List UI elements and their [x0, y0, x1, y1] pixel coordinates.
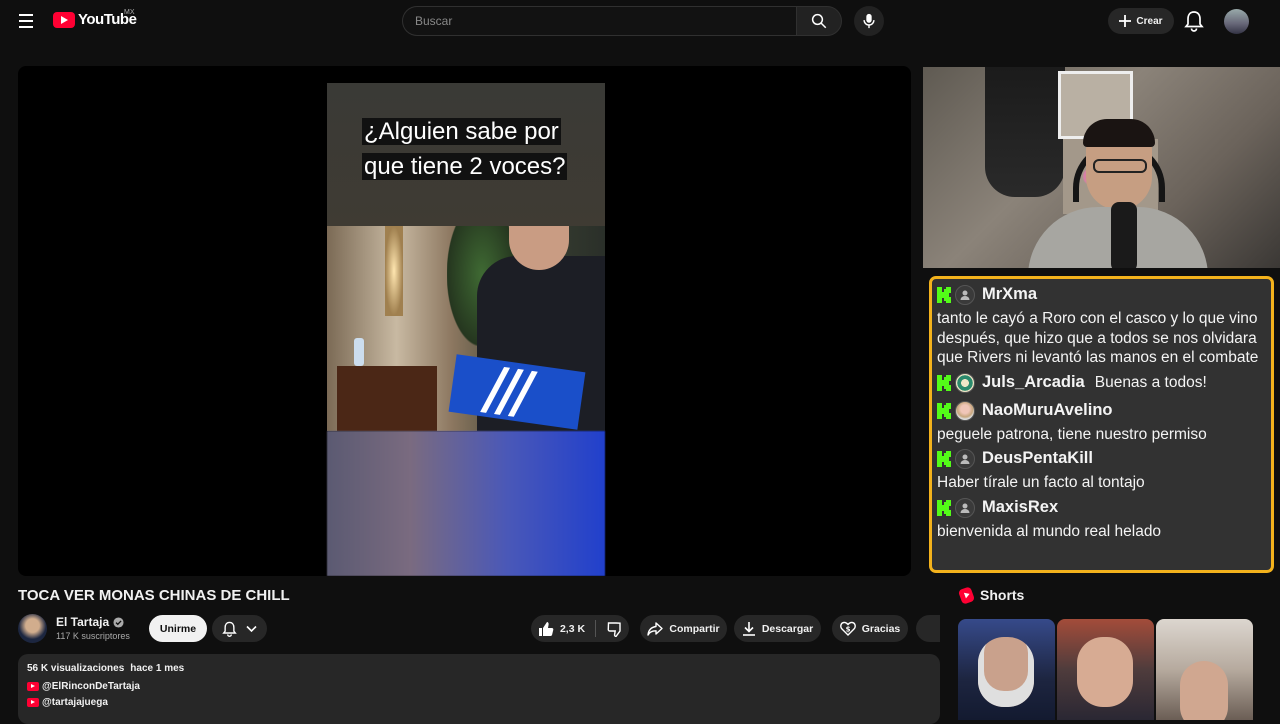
country-code: MX — [124, 9, 135, 16]
microphone-icon — [863, 13, 875, 29]
webcam-overlay — [923, 67, 1280, 268]
download-label: Descargar — [761, 622, 814, 635]
kick-logo-icon — [937, 402, 951, 419]
menu-icon[interactable] — [14, 9, 38, 33]
divider — [595, 620, 597, 637]
voice-search-button[interactable] — [854, 6, 884, 36]
search-button[interactable] — [796, 6, 842, 36]
bell-icon — [222, 621, 237, 637]
chat-text: bienvenida al mundo real helado — [937, 522, 1162, 540]
video-caption: ¿Alguien sabe por que tiene 2 voces? — [362, 114, 582, 184]
user-avatar-icon — [955, 372, 975, 393]
search-icon — [811, 13, 827, 29]
heart-dollar-icon: $ — [839, 621, 856, 636]
video-player[interactable]: ¿Alguien sabe por que tiene 2 voces? — [18, 66, 911, 576]
kick-logo-icon — [937, 499, 951, 516]
chat-overlay: MrXma tanto le cayó a Roro con el casco … — [929, 276, 1274, 573]
share-icon — [647, 621, 664, 636]
like-count[interactable]: 2,3 K — [560, 623, 585, 635]
chat-text: peguele patrona, tiene nuestro permiso — [937, 425, 1207, 443]
view-count: 56 K visualizaciones — [27, 663, 125, 674]
kick-logo-icon — [937, 374, 951, 391]
video-frame: ¿Alguien sabe por que tiene 2 voces? — [327, 83, 605, 576]
user-avatar[interactable] — [1224, 9, 1249, 34]
shorts-icon — [957, 585, 976, 605]
chat-username: MaxisRex — [982, 497, 1059, 516]
channel-name[interactable]: El Tartaja — [56, 615, 109, 629]
user-default-icon — [955, 497, 975, 518]
chat-message: MaxisRex bienvenida al mundo real helado — [937, 494, 1267, 542]
description-meta: 56 K visualizaciones hace 1 mes — [27, 663, 931, 674]
create-label: Crear — [1136, 15, 1163, 27]
thanks-label: Gracias — [861, 622, 901, 635]
create-button[interactable]: Crear — [1108, 8, 1174, 34]
chat-message: NaoMuruAvelino peguele patrona, tiene nu… — [937, 397, 1267, 445]
caption-line-2: que tiene 2 voces? — [362, 153, 568, 180]
channel-link[interactable]: @tartajajuega — [27, 697, 931, 708]
chat-text: Haber tírale un facto al tontajo — [937, 474, 1145, 491]
bell-icon — [1184, 11, 1204, 32]
thanks-button[interactable]: $ Gracias — [832, 615, 908, 642]
blurred-area — [327, 431, 605, 576]
channel-name-row[interactable]: El Tartaja — [56, 615, 124, 629]
caption-area: ¿Alguien sabe por que tiene 2 voces? — [327, 83, 605, 226]
video-scene — [327, 226, 605, 431]
user-default-icon — [955, 285, 975, 305]
video-title: TOCA VER MONAS CHINAS DE CHILL — [18, 587, 290, 604]
chat-username: DeusPentaKill — [982, 449, 1093, 468]
channel-link[interactable]: @ElRinconDeTartaja — [27, 681, 931, 692]
chat-text: Buenas a todos! — [1094, 373, 1207, 391]
chevron-down-icon — [246, 625, 257, 632]
chat-text: tanto le cayó a Roro con el casco y lo q… — [937, 310, 1259, 366]
kick-logo-icon — [937, 287, 951, 303]
channel-link-label[interactable]: @ElRinconDeTartaja — [42, 681, 140, 692]
description-box[interactable]: 56 K visualizaciones hace 1 mes @ElRinco… — [18, 654, 940, 724]
search-input[interactable] — [415, 14, 796, 28]
youtube-icon — [27, 698, 39, 707]
youtube-icon — [27, 682, 39, 691]
search-box[interactable] — [402, 6, 796, 36]
shorts-heading: Shorts — [957, 585, 1025, 605]
user-avatar-icon — [955, 400, 975, 421]
more-actions-button[interactable] — [916, 615, 940, 642]
caption-line-1: ¿Alguien sabe por — [362, 118, 561, 145]
share-label: Compartir — [669, 622, 720, 635]
top-bar: YouTube MX Crear — [0, 0, 1280, 42]
upload-date: hace 1 mes — [130, 663, 185, 674]
verified-icon — [113, 616, 124, 628]
youtube-play-icon — [53, 11, 75, 28]
user-default-icon — [955, 449, 975, 469]
subscription-notifications-button[interactable] — [212, 615, 267, 642]
chat-username: MrXma — [982, 285, 1038, 304]
chat-message: DeusPentaKill Haber tírale un facto al t… — [937, 445, 1267, 493]
subscriber-count: 117 K suscriptores — [56, 631, 130, 641]
svg-text:$: $ — [845, 626, 850, 634]
short-thumbnail[interactable] — [1057, 619, 1154, 720]
download-button[interactable]: Descargar — [734, 615, 821, 642]
channel-link-label[interactable]: @tartajajuega — [42, 697, 108, 708]
kick-logo-icon — [937, 451, 951, 467]
chat-username: NaoMuruAvelino — [982, 400, 1113, 419]
chat-username: Juls_Arcadia — [982, 372, 1085, 391]
channel-avatar[interactable] — [18, 614, 47, 643]
notifications-button[interactable] — [1184, 10, 1204, 32]
chat-message: Juls_Arcadia Buenas a todos! — [937, 369, 1267, 397]
download-icon — [742, 622, 755, 636]
like-dislike-group: 2,3 K — [531, 615, 629, 642]
short-thumbnail[interactable] — [958, 619, 1055, 720]
short-thumbnail[interactable] — [1156, 619, 1253, 720]
thumbs-down-icon[interactable] — [606, 621, 622, 637]
shorts-label: Shorts — [980, 587, 1025, 603]
plus-icon — [1119, 15, 1132, 27]
chat-message: MrXma tanto le cayó a Roro con el casco … — [937, 281, 1267, 368]
join-button[interactable]: Unirme — [149, 615, 207, 642]
thumbs-up-icon[interactable] — [538, 621, 554, 637]
share-button[interactable]: Compartir — [640, 615, 727, 642]
